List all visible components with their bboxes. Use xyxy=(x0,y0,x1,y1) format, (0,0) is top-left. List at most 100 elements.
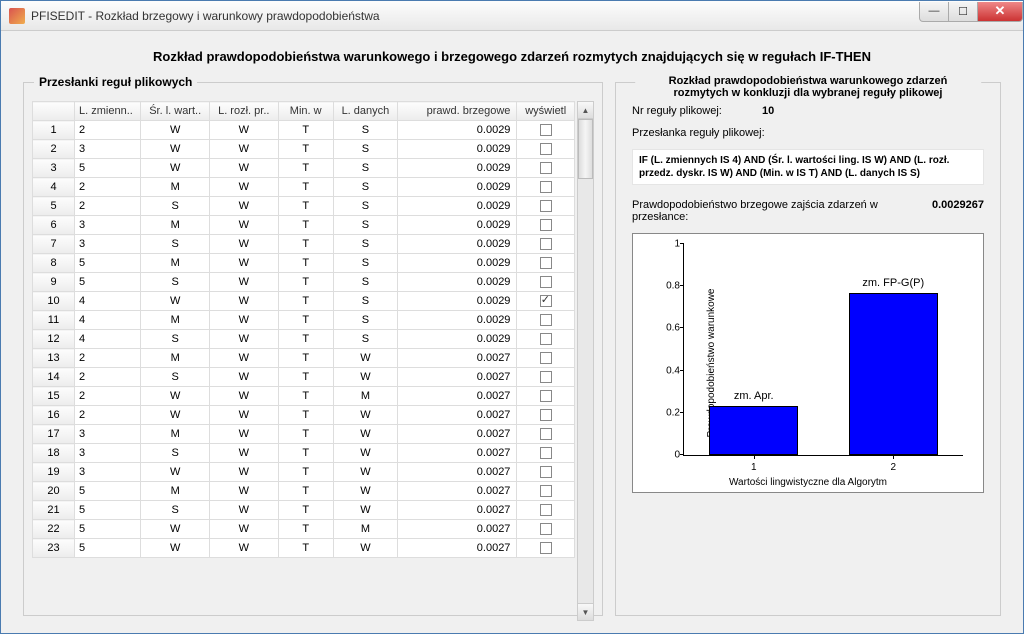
cell[interactable]: W xyxy=(209,254,278,273)
table-row[interactable]: 225WWTM0.0027 xyxy=(33,520,575,539)
cell[interactable]: T xyxy=(278,482,333,501)
cell[interactable]: W xyxy=(333,368,397,387)
table-row[interactable]: 42MWTS0.0029 xyxy=(33,178,575,197)
display-checkbox[interactable] xyxy=(540,466,552,478)
display-checkbox-cell[interactable] xyxy=(517,406,575,425)
cell[interactable]: S xyxy=(333,292,397,311)
vertical-scrollbar[interactable]: ▲ ▼ xyxy=(577,101,594,621)
cell[interactable]: T xyxy=(278,368,333,387)
cell[interactable]: W xyxy=(209,520,278,539)
scroll-down-button[interactable]: ▼ xyxy=(578,603,593,620)
cell[interactable]: W xyxy=(209,197,278,216)
display-checkbox[interactable] xyxy=(540,523,552,535)
cell[interactable]: S xyxy=(333,273,397,292)
display-checkbox[interactable] xyxy=(540,428,552,440)
cell[interactable]: T xyxy=(278,292,333,311)
row-number[interactable]: 16 xyxy=(33,406,75,425)
row-number[interactable]: 2 xyxy=(33,140,75,159)
table-row[interactable]: 63MWTS0.0029 xyxy=(33,216,575,235)
display-checkbox[interactable] xyxy=(540,542,552,554)
cell[interactable]: 0.0027 xyxy=(397,539,516,558)
cell[interactable]: 0.0029 xyxy=(397,254,516,273)
cell[interactable]: W xyxy=(333,463,397,482)
col-wyswietl[interactable]: wyświetl xyxy=(517,102,575,121)
cell[interactable]: W xyxy=(209,216,278,235)
cell[interactable]: T xyxy=(278,539,333,558)
col-lzmienn[interactable]: L. zmienn.. xyxy=(75,102,141,121)
cell[interactable]: 0.0027 xyxy=(397,425,516,444)
display-checkbox-cell[interactable] xyxy=(517,235,575,254)
display-checkbox[interactable] xyxy=(540,181,552,193)
display-checkbox[interactable] xyxy=(540,238,552,250)
cell[interactable]: S xyxy=(333,140,397,159)
col-prawd[interactable]: prawd. brzegowe xyxy=(397,102,516,121)
col-rownum[interactable] xyxy=(33,102,75,121)
cell[interactable]: 5 xyxy=(75,159,141,178)
display-checkbox[interactable] xyxy=(540,371,552,383)
cell[interactable]: 3 xyxy=(75,444,141,463)
row-number[interactable]: 7 xyxy=(33,235,75,254)
cell[interactable]: S xyxy=(333,216,397,235)
cell[interactable]: S xyxy=(141,444,210,463)
col-lrozl[interactable]: L. rozł. pr.. xyxy=(209,102,278,121)
cell[interactable]: 0.0029 xyxy=(397,311,516,330)
cell[interactable]: 5 xyxy=(75,273,141,292)
cell[interactable]: S xyxy=(333,178,397,197)
cell[interactable]: 0.0029 xyxy=(397,292,516,311)
cell[interactable]: T xyxy=(278,235,333,254)
display-checkbox-cell[interactable] xyxy=(517,159,575,178)
cell[interactable]: S xyxy=(141,501,210,520)
cell[interactable]: T xyxy=(278,273,333,292)
display-checkbox[interactable] xyxy=(540,124,552,136)
minimize-button[interactable]: — xyxy=(919,2,949,22)
cell[interactable]: 0.0029 xyxy=(397,197,516,216)
display-checkbox[interactable] xyxy=(540,276,552,288)
table-row[interactable]: 173MWTW0.0027 xyxy=(33,425,575,444)
row-number[interactable]: 21 xyxy=(33,501,75,520)
table-row[interactable]: 35WWTS0.0029 xyxy=(33,159,575,178)
table-row[interactable]: 162WWTW0.0027 xyxy=(33,406,575,425)
cell[interactable]: W xyxy=(209,539,278,558)
cell[interactable]: 2 xyxy=(75,368,141,387)
cell[interactable]: 0.0027 xyxy=(397,482,516,501)
display-checkbox-cell[interactable] xyxy=(517,292,575,311)
row-number[interactable]: 19 xyxy=(33,463,75,482)
cell[interactable]: 0.0029 xyxy=(397,273,516,292)
row-number[interactable]: 12 xyxy=(33,330,75,349)
display-checkbox[interactable] xyxy=(540,162,552,174)
cell[interactable]: T xyxy=(278,330,333,349)
cell[interactable]: 0.0027 xyxy=(397,444,516,463)
cell[interactable]: 0.0029 xyxy=(397,235,516,254)
display-checkbox-cell[interactable] xyxy=(517,520,575,539)
cell[interactable]: W xyxy=(141,292,210,311)
display-checkbox-cell[interactable] xyxy=(517,501,575,520)
cell[interactable]: M xyxy=(141,216,210,235)
cell[interactable]: W xyxy=(141,387,210,406)
cell[interactable]: 0.0029 xyxy=(397,121,516,140)
cell[interactable]: 0.0027 xyxy=(397,349,516,368)
cell[interactable]: 4 xyxy=(75,330,141,349)
cell[interactable]: W xyxy=(141,140,210,159)
cell[interactable]: 3 xyxy=(75,425,141,444)
cell[interactable]: S xyxy=(141,330,210,349)
cell[interactable]: S xyxy=(333,197,397,216)
cell[interactable]: 3 xyxy=(75,216,141,235)
display-checkbox-cell[interactable] xyxy=(517,197,575,216)
cell[interactable]: T xyxy=(278,520,333,539)
display-checkbox-cell[interactable] xyxy=(517,368,575,387)
display-checkbox-cell[interactable] xyxy=(517,482,575,501)
cell[interactable]: W xyxy=(209,311,278,330)
row-number[interactable]: 9 xyxy=(33,273,75,292)
table-row[interactable]: 104WWTS0.0029 xyxy=(33,292,575,311)
row-number[interactable]: 23 xyxy=(33,539,75,558)
row-number[interactable]: 3 xyxy=(33,159,75,178)
cell[interactable]: W xyxy=(209,368,278,387)
table-row[interactable]: 142SWTW0.0027 xyxy=(33,368,575,387)
close-button[interactable]: ✕ xyxy=(977,2,1023,22)
cell[interactable]: T xyxy=(278,159,333,178)
display-checkbox-cell[interactable] xyxy=(517,349,575,368)
cell[interactable]: 0.0027 xyxy=(397,463,516,482)
cell[interactable]: W xyxy=(141,406,210,425)
cell[interactable]: W xyxy=(333,425,397,444)
cell[interactable]: W xyxy=(141,121,210,140)
